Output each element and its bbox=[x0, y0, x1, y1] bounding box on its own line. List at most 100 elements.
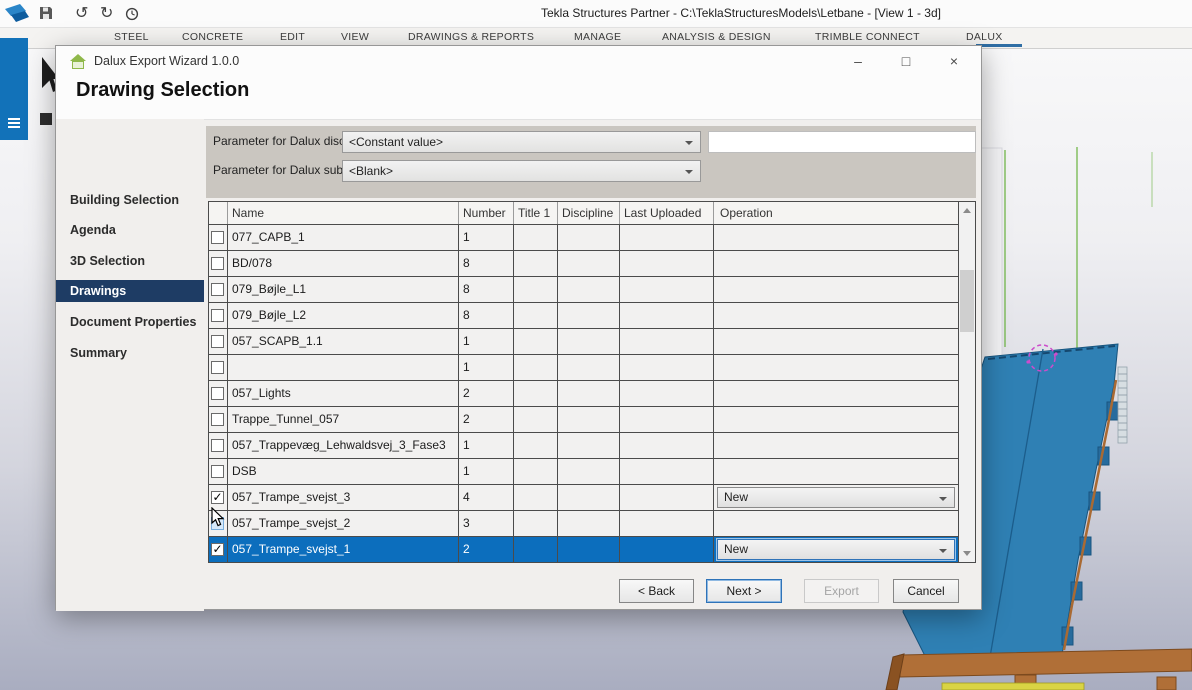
table-row[interactable]: 079_Bøjle_L18 bbox=[209, 277, 975, 303]
cell-name: 057_Trampe_svejst_3 bbox=[228, 485, 459, 510]
row-checkbox[interactable]: ✓ bbox=[211, 543, 224, 556]
table-row[interactable]: 057_Trampe_svejst_23 bbox=[209, 511, 975, 537]
cancel-button[interactable]: Cancel bbox=[893, 579, 959, 603]
header-number[interactable]: Number bbox=[459, 202, 514, 224]
row-checkbox[interactable] bbox=[211, 413, 224, 426]
row-checkbox[interactable] bbox=[211, 257, 224, 270]
cell-last-uploaded bbox=[620, 485, 714, 510]
cell-operation bbox=[714, 251, 959, 276]
cell-name: 057_Lights bbox=[228, 381, 459, 406]
table-scrollbar[interactable] bbox=[958, 202, 975, 562]
cell-number: 1 bbox=[459, 225, 514, 250]
page-title: Drawing Selection bbox=[76, 79, 249, 102]
table-row[interactable]: ✓057_Trampe_svejst_12New bbox=[209, 537, 975, 563]
row-checkbox[interactable] bbox=[211, 439, 224, 452]
row-checkbox[interactable] bbox=[211, 361, 224, 374]
close-button[interactable]: × bbox=[943, 50, 965, 72]
ribbon-tab-drawings-reports[interactable]: DRAWINGS & REPORTS bbox=[408, 31, 534, 43]
param-discipline-value-input[interactable] bbox=[708, 131, 976, 153]
scrollbar-thumb[interactable] bbox=[960, 270, 974, 332]
row-checkbox[interactable] bbox=[211, 283, 224, 296]
scroll-up-arrow[interactable] bbox=[959, 202, 975, 219]
header-title1[interactable]: Title 1 bbox=[514, 202, 558, 224]
cell-discipline bbox=[558, 407, 620, 432]
row-checkbox[interactable] bbox=[211, 335, 224, 348]
operation-select[interactable]: New bbox=[717, 487, 955, 508]
operation-select[interactable]: New bbox=[717, 539, 955, 560]
header-operation[interactable]: Operation bbox=[714, 202, 959, 224]
cell-discipline bbox=[558, 303, 620, 328]
table-row[interactable]: Trappe_Tunnel_0572 bbox=[209, 407, 975, 433]
active-tab-underline bbox=[976, 44, 1022, 47]
cell-last-uploaded bbox=[620, 459, 714, 484]
maximize-button[interactable]: □ bbox=[895, 50, 917, 72]
cell-title1 bbox=[514, 511, 558, 536]
row-checkbox[interactable] bbox=[211, 231, 224, 244]
cell-name: Trappe_Tunnel_057 bbox=[228, 407, 459, 432]
ribbon-tab-trimble-connect[interactable]: TRIMBLE CONNECT bbox=[815, 31, 920, 43]
scroll-down-arrow[interactable] bbox=[959, 545, 975, 562]
sidebar-item-drawings[interactable]: Drawings bbox=[56, 280, 204, 302]
table-row[interactable]: DSB1 bbox=[209, 459, 975, 485]
param-subdiscipline-value: <Blank> bbox=[349, 164, 393, 178]
table-row[interactable]: BD/0788 bbox=[209, 251, 975, 277]
cell-name: 077_CAPB_1 bbox=[228, 225, 459, 250]
cell-title1 bbox=[514, 251, 558, 276]
table-body: 077_CAPB_11BD/0788079_Bøjle_L18079_Bøjle… bbox=[209, 225, 975, 563]
drawings-table: Name Number Title 1 Discipline Last Uplo… bbox=[208, 201, 976, 563]
save-icon[interactable] bbox=[39, 6, 53, 20]
cell-checkbox: ✓ bbox=[209, 537, 228, 562]
ribbon-tab-manage[interactable]: MANAGE bbox=[574, 31, 621, 43]
ribbon-tab-steel[interactable]: STEEL bbox=[114, 31, 149, 43]
table-row[interactable]: 057_Trappevæg_Lehwaldsvej_3_Fase31 bbox=[209, 433, 975, 459]
dialog-titlebar[interactable]: Dalux Export Wizard 1.0.0 – □ × bbox=[56, 46, 981, 78]
cell-operation bbox=[714, 511, 959, 536]
cell-number: 4 bbox=[459, 485, 514, 510]
ribbon-tab-view[interactable]: VIEW bbox=[341, 31, 369, 43]
chevron-down-icon bbox=[939, 497, 947, 501]
sidebar-item-agenda[interactable]: Agenda bbox=[56, 219, 204, 241]
cell-name: BD/078 bbox=[228, 251, 459, 276]
sidebar-item-document-properties[interactable]: Document Properties bbox=[56, 311, 204, 333]
param-subdiscipline-select[interactable]: <Blank> bbox=[342, 160, 701, 182]
minimize-button[interactable]: – bbox=[847, 50, 869, 72]
ribbon-tab-concrete[interactable]: CONCRETE bbox=[182, 31, 243, 43]
row-checkbox[interactable] bbox=[211, 309, 224, 322]
row-checkbox[interactable] bbox=[211, 465, 224, 478]
next-button[interactable]: Next > bbox=[706, 579, 782, 603]
row-checkbox[interactable]: ✓ bbox=[211, 491, 224, 504]
table-row[interactable]: 077_CAPB_11 bbox=[209, 225, 975, 251]
redo-icon[interactable]: ↻ bbox=[100, 3, 113, 24]
table-header: Name Number Title 1 Discipline Last Uplo… bbox=[209, 202, 975, 225]
ribbon-tab-edit[interactable]: EDIT bbox=[280, 31, 305, 43]
table-row[interactable]: 079_Bøjle_L28 bbox=[209, 303, 975, 329]
table-row[interactable]: 1 bbox=[209, 355, 975, 381]
cell-last-uploaded bbox=[620, 329, 714, 354]
history-clock-icon[interactable] bbox=[125, 7, 139, 21]
cell-title1 bbox=[514, 433, 558, 458]
cell-last-uploaded bbox=[620, 303, 714, 328]
cell-operation bbox=[714, 225, 959, 250]
param-discipline-select[interactable]: <Constant value> bbox=[342, 131, 701, 153]
sidebar-item-3d-selection[interactable]: 3D Selection bbox=[56, 250, 204, 272]
ribbon-tab-dalux[interactable]: DALUX bbox=[966, 31, 1003, 43]
cell-discipline bbox=[558, 355, 620, 380]
menu-hamburger-icon[interactable] bbox=[8, 118, 20, 129]
sidebar-item-summary[interactable]: Summary bbox=[56, 342, 204, 364]
table-row[interactable]: 057_Lights2 bbox=[209, 381, 975, 407]
cell-title1 bbox=[514, 277, 558, 302]
undo-icon[interactable]: ↺ bbox=[75, 3, 88, 24]
table-row[interactable]: 057_SCAPB_1.11 bbox=[209, 329, 975, 355]
cell-last-uploaded bbox=[620, 433, 714, 458]
header-discipline[interactable]: Discipline bbox=[558, 202, 620, 224]
cell-operation: New bbox=[714, 537, 959, 562]
ribbon-tab-analysis-design[interactable]: ANALYSIS & DESIGN bbox=[662, 31, 771, 43]
sidebar-item-building-selection[interactable]: Building Selection bbox=[56, 189, 204, 211]
dalux-export-wizard-dialog: Dalux Export Wizard 1.0.0 – □ × Drawing … bbox=[55, 45, 982, 610]
header-name[interactable]: Name bbox=[228, 202, 459, 224]
row-checkbox[interactable] bbox=[211, 387, 224, 400]
cell-discipline bbox=[558, 511, 620, 536]
header-last-uploaded[interactable]: Last Uploaded bbox=[620, 202, 714, 224]
table-row[interactable]: ✓ 057_Trampe_svejst_34 New bbox=[209, 485, 975, 511]
back-button[interactable]: < Back bbox=[619, 579, 694, 603]
